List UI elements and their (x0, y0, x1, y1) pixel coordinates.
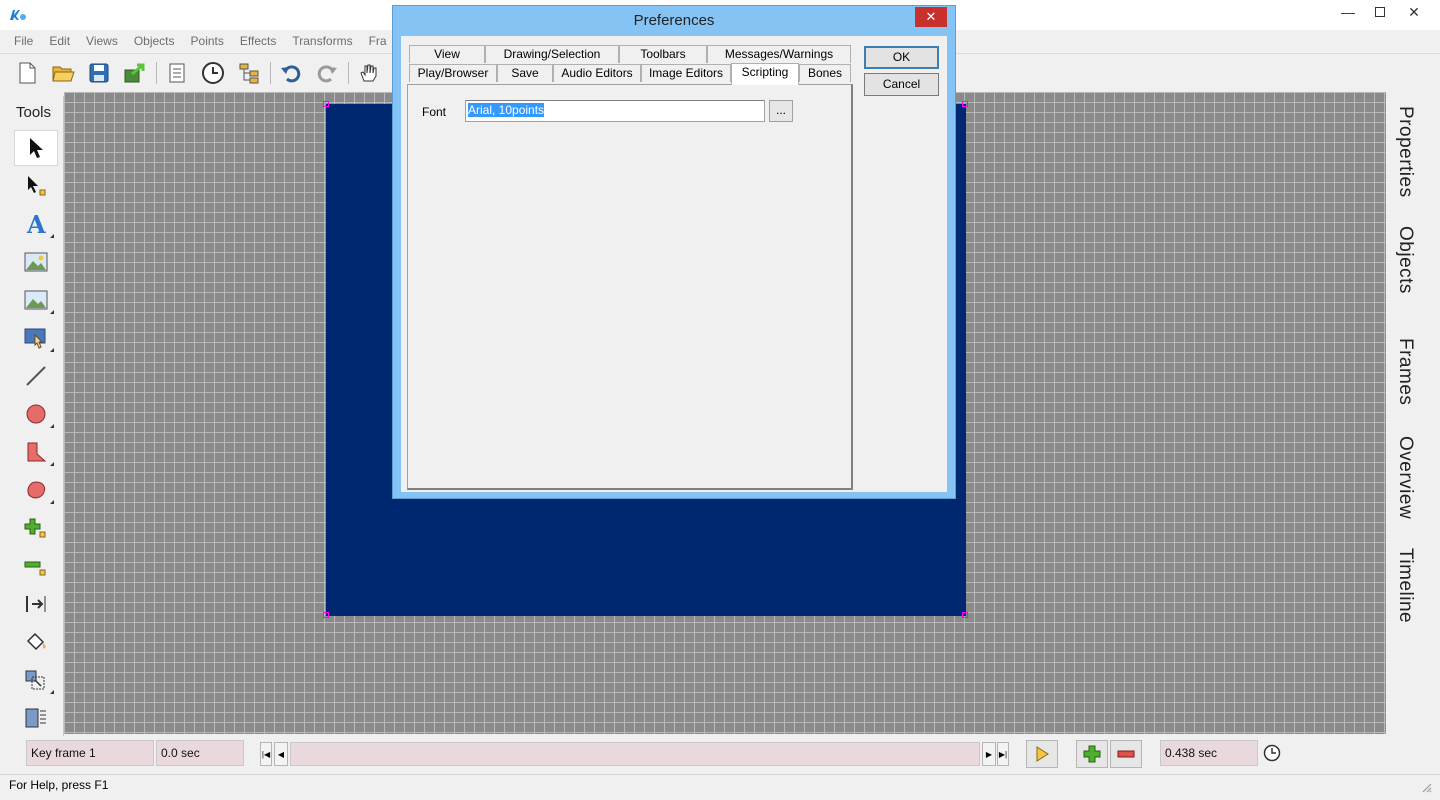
point-select-tool-icon[interactable] (14, 168, 58, 204)
close-window-icon[interactable]: ✕ (1398, 0, 1430, 24)
selection-handle[interactable] (962, 612, 968, 618)
tree-structure-icon[interactable] (236, 60, 262, 86)
undo-icon[interactable] (278, 60, 304, 86)
dialog-title: Preferences (633, 12, 715, 29)
tab-messages-warnings[interactable]: Messages/Warnings (707, 45, 851, 63)
side-tab-properties[interactable]: Properties (1394, 106, 1416, 198)
scroll-left-icon[interactable]: ◀ (274, 742, 288, 766)
time-field[interactable]: 0.0 sec (156, 740, 244, 766)
timeline-bar: Key frame 1 0.0 sec |◀ ◀ ▶ ▶| 0.438 sec (0, 736, 1440, 772)
menu-edit[interactable]: Edit (41, 31, 78, 51)
dialog-body: View Drawing/Selection Toolbars Messages… (401, 36, 947, 492)
menu-objects[interactable]: Objects (126, 31, 183, 51)
font-label: Font (422, 105, 447, 119)
maximize-icon[interactable] (1364, 0, 1396, 24)
menu-effects[interactable]: Effects (232, 31, 284, 51)
play-icon[interactable] (1026, 740, 1058, 768)
remove-point-tool-icon[interactable] (14, 548, 58, 584)
text-tool-icon[interactable]: A (14, 206, 58, 242)
menu-points[interactable]: Points (183, 31, 232, 51)
keyframe-field[interactable]: Key frame 1 (26, 740, 154, 766)
tab-view[interactable]: View (409, 45, 485, 63)
object-properties-tool-icon[interactable] (14, 700, 58, 736)
side-tab-frames[interactable]: Frames (1394, 338, 1416, 405)
add-point-tool-icon[interactable] (14, 510, 58, 546)
scripting-tab-page: Font Arial, 10points ... (407, 84, 853, 490)
clock-icon[interactable] (200, 60, 226, 86)
font-browse-button[interactable]: ... (769, 100, 793, 122)
selection-handle[interactable] (323, 612, 329, 618)
go-to-start-icon[interactable]: |◀ (260, 742, 272, 766)
tab-image-editors[interactable]: Image Editors (641, 64, 731, 82)
selection-handle[interactable] (962, 101, 968, 107)
menu-file[interactable]: File (6, 31, 41, 51)
toolbar-separator (348, 62, 349, 84)
duration-field[interactable]: 0.438 sec (1160, 740, 1258, 766)
resize-grip-icon[interactable] (1420, 781, 1432, 793)
tab-scripting[interactable]: Scripting (731, 63, 799, 85)
preferences-dialog: Preferences ✕ View Drawing/Selection Too… (392, 5, 956, 499)
select-tool-icon[interactable] (14, 130, 58, 166)
properties-page-icon[interactable] (164, 60, 190, 86)
ok-button[interactable]: OK (864, 46, 939, 69)
minimize-icon[interactable]: — (1332, 0, 1364, 24)
toolbar-separator (270, 62, 271, 84)
scroll-right-icon[interactable]: ▶ (982, 742, 996, 766)
paint-bucket-tool-icon[interactable] (14, 624, 58, 660)
svg-text:A: A (26, 212, 46, 236)
menu-views[interactable]: Views (78, 31, 126, 51)
hand-pan-icon[interactable] (356, 60, 382, 86)
tab-drawing-selection[interactable]: Drawing/Selection (485, 45, 619, 63)
go-to-end-icon[interactable]: ▶| (997, 742, 1009, 766)
side-tab-objects[interactable]: Objects (1394, 226, 1416, 294)
side-panel: Properties Objects Frames Overview Timel… (1386, 92, 1440, 734)
cancel-button[interactable]: Cancel (864, 73, 939, 96)
status-bar: For Help, press F1 (0, 774, 1440, 800)
tools-panel: Tools A (6, 96, 64, 746)
selection-handle[interactable] (323, 101, 329, 107)
dialog-close-icon[interactable]: ✕ (915, 7, 947, 27)
image-editor-tool-icon[interactable] (14, 282, 58, 318)
export-icon[interactable] (122, 60, 148, 86)
help-text: For Help, press F1 (9, 778, 109, 792)
save-icon[interactable] (86, 60, 112, 86)
new-file-icon[interactable] (14, 60, 40, 86)
polygon-tool-icon[interactable] (14, 434, 58, 470)
motion-path-tool-icon[interactable] (14, 586, 58, 622)
side-tab-overview[interactable]: Overview (1394, 436, 1416, 519)
add-keyframe-icon[interactable] (1076, 740, 1108, 768)
tab-bones[interactable]: Bones (799, 64, 851, 82)
transform-tool-icon[interactable] (14, 662, 58, 698)
tab-audio-editors[interactable]: Audio Editors (553, 64, 641, 82)
ellipse-tool-icon[interactable] (14, 396, 58, 432)
button-tool-icon[interactable] (14, 320, 58, 356)
menu-transforms[interactable]: Transforms (284, 31, 360, 51)
tools-panel-title: Tools (16, 104, 52, 121)
line-tool-icon[interactable] (14, 358, 58, 394)
tab-toolbars[interactable]: Toolbars (619, 45, 707, 63)
open-folder-icon[interactable] (50, 60, 76, 86)
remove-keyframe-icon[interactable] (1110, 740, 1142, 768)
toolbar-separator (156, 62, 157, 84)
side-tab-timeline[interactable]: Timeline (1394, 548, 1416, 623)
redo-icon[interactable] (314, 60, 340, 86)
tab-save[interactable]: Save (497, 64, 553, 82)
duration-clock-icon[interactable] (1262, 742, 1282, 764)
image-tool-icon[interactable] (14, 244, 58, 280)
freeform-tool-icon[interactable] (14, 472, 58, 508)
menu-frames[interactable]: Fra (361, 31, 395, 51)
font-field[interactable]: Arial, 10points (465, 100, 765, 122)
font-field-value: Arial, 10points (468, 103, 545, 117)
app-logo-icon (10, 10, 26, 20)
tab-play-browser[interactable]: Play/Browser (409, 64, 497, 82)
timeline-track[interactable] (290, 742, 980, 766)
